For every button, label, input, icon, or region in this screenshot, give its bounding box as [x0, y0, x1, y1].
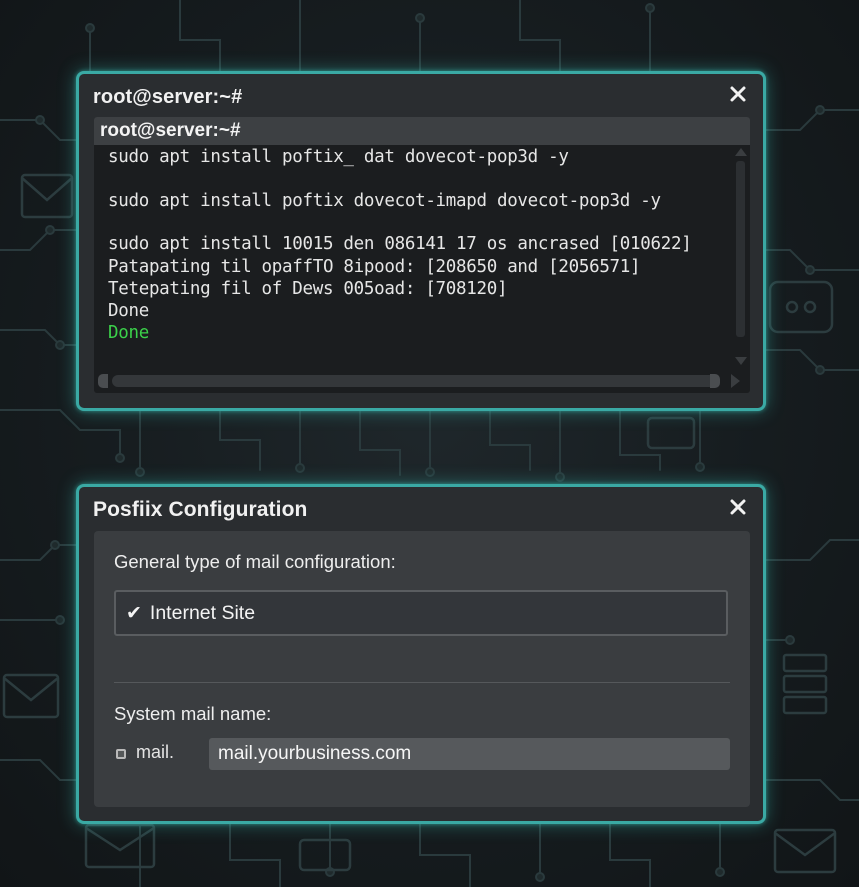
config-window-title: Posfiix Configuration — [93, 498, 308, 521]
terminal-output-area[interactable]: root@server:~# sudo apt install poftix_ … — [94, 117, 750, 393]
config-panel: General type of mail configuration: ✔ Int… — [94, 531, 750, 807]
mail-type-label: General type of mail configuration: — [114, 551, 396, 572]
terminal-close-button[interactable] — [727, 83, 749, 105]
chat-bubble-icon — [768, 280, 834, 334]
system-mail-name-input[interactable] — [209, 738, 730, 770]
scroll-right-cap[interactable] — [710, 374, 720, 388]
mail-prefix-label: mail. — [136, 742, 175, 762]
scroll-right-icon[interactable] — [731, 374, 740, 388]
terminal-window: root@server:~# root@server:~# sudo apt i… — [76, 71, 766, 411]
terminal-line-done: Done — [108, 323, 149, 343]
system-mail-label: System mail name: — [114, 703, 272, 724]
terminal-line: Tetepating fil of Dews 005oad: [708120] — [108, 279, 508, 299]
terminal-window-title: root@server:~# — [93, 86, 243, 108]
horizontal-scrollbar[interactable] — [96, 371, 746, 391]
terminal-line: Done — [108, 301, 149, 321]
envelope-icon — [773, 828, 837, 874]
scroll-down-icon[interactable] — [735, 357, 747, 365]
horizontal-scroll-thumb[interactable] — [112, 375, 720, 387]
vertical-scroll-thumb[interactable] — [736, 161, 745, 337]
close-icon — [730, 86, 746, 102]
config-close-button[interactable] — [727, 496, 749, 518]
mail-type-value: Internet Site — [149, 602, 256, 624]
mail-type-select[interactable]: ✔ Internet Site — [114, 590, 728, 636]
postfix-config-window: Posfiix Configuration General type of ma… — [76, 484, 766, 824]
section-divider — [114, 682, 730, 683]
close-icon — [730, 499, 746, 515]
envelope-icon — [84, 823, 156, 869]
terminal-line: sudo apt install poftix_ dat dovecot-pop… — [108, 147, 569, 167]
envelope-icon — [2, 673, 60, 719]
scroll-left-cap[interactable] — [98, 374, 108, 388]
vertical-scrollbar[interactable] — [730, 145, 750, 367]
server-rack-icon — [782, 653, 828, 715]
terminal-prompt-header: root@server:~# — [94, 117, 750, 145]
envelope-icon — [20, 173, 74, 219]
terminal-line: Patapating til opaffTO 8ipood: [208650 a… — [108, 257, 641, 277]
prefix-checkbox[interactable] — [116, 749, 126, 759]
scroll-up-icon[interactable] — [735, 148, 747, 156]
terminal-line: sudo apt install 10015 den 086141 17 os … — [108, 234, 692, 254]
terminal-line: sudo apt install poftix dovecot-imapd do… — [108, 191, 661, 211]
checkmark-icon: ✔ — [126, 603, 142, 624]
